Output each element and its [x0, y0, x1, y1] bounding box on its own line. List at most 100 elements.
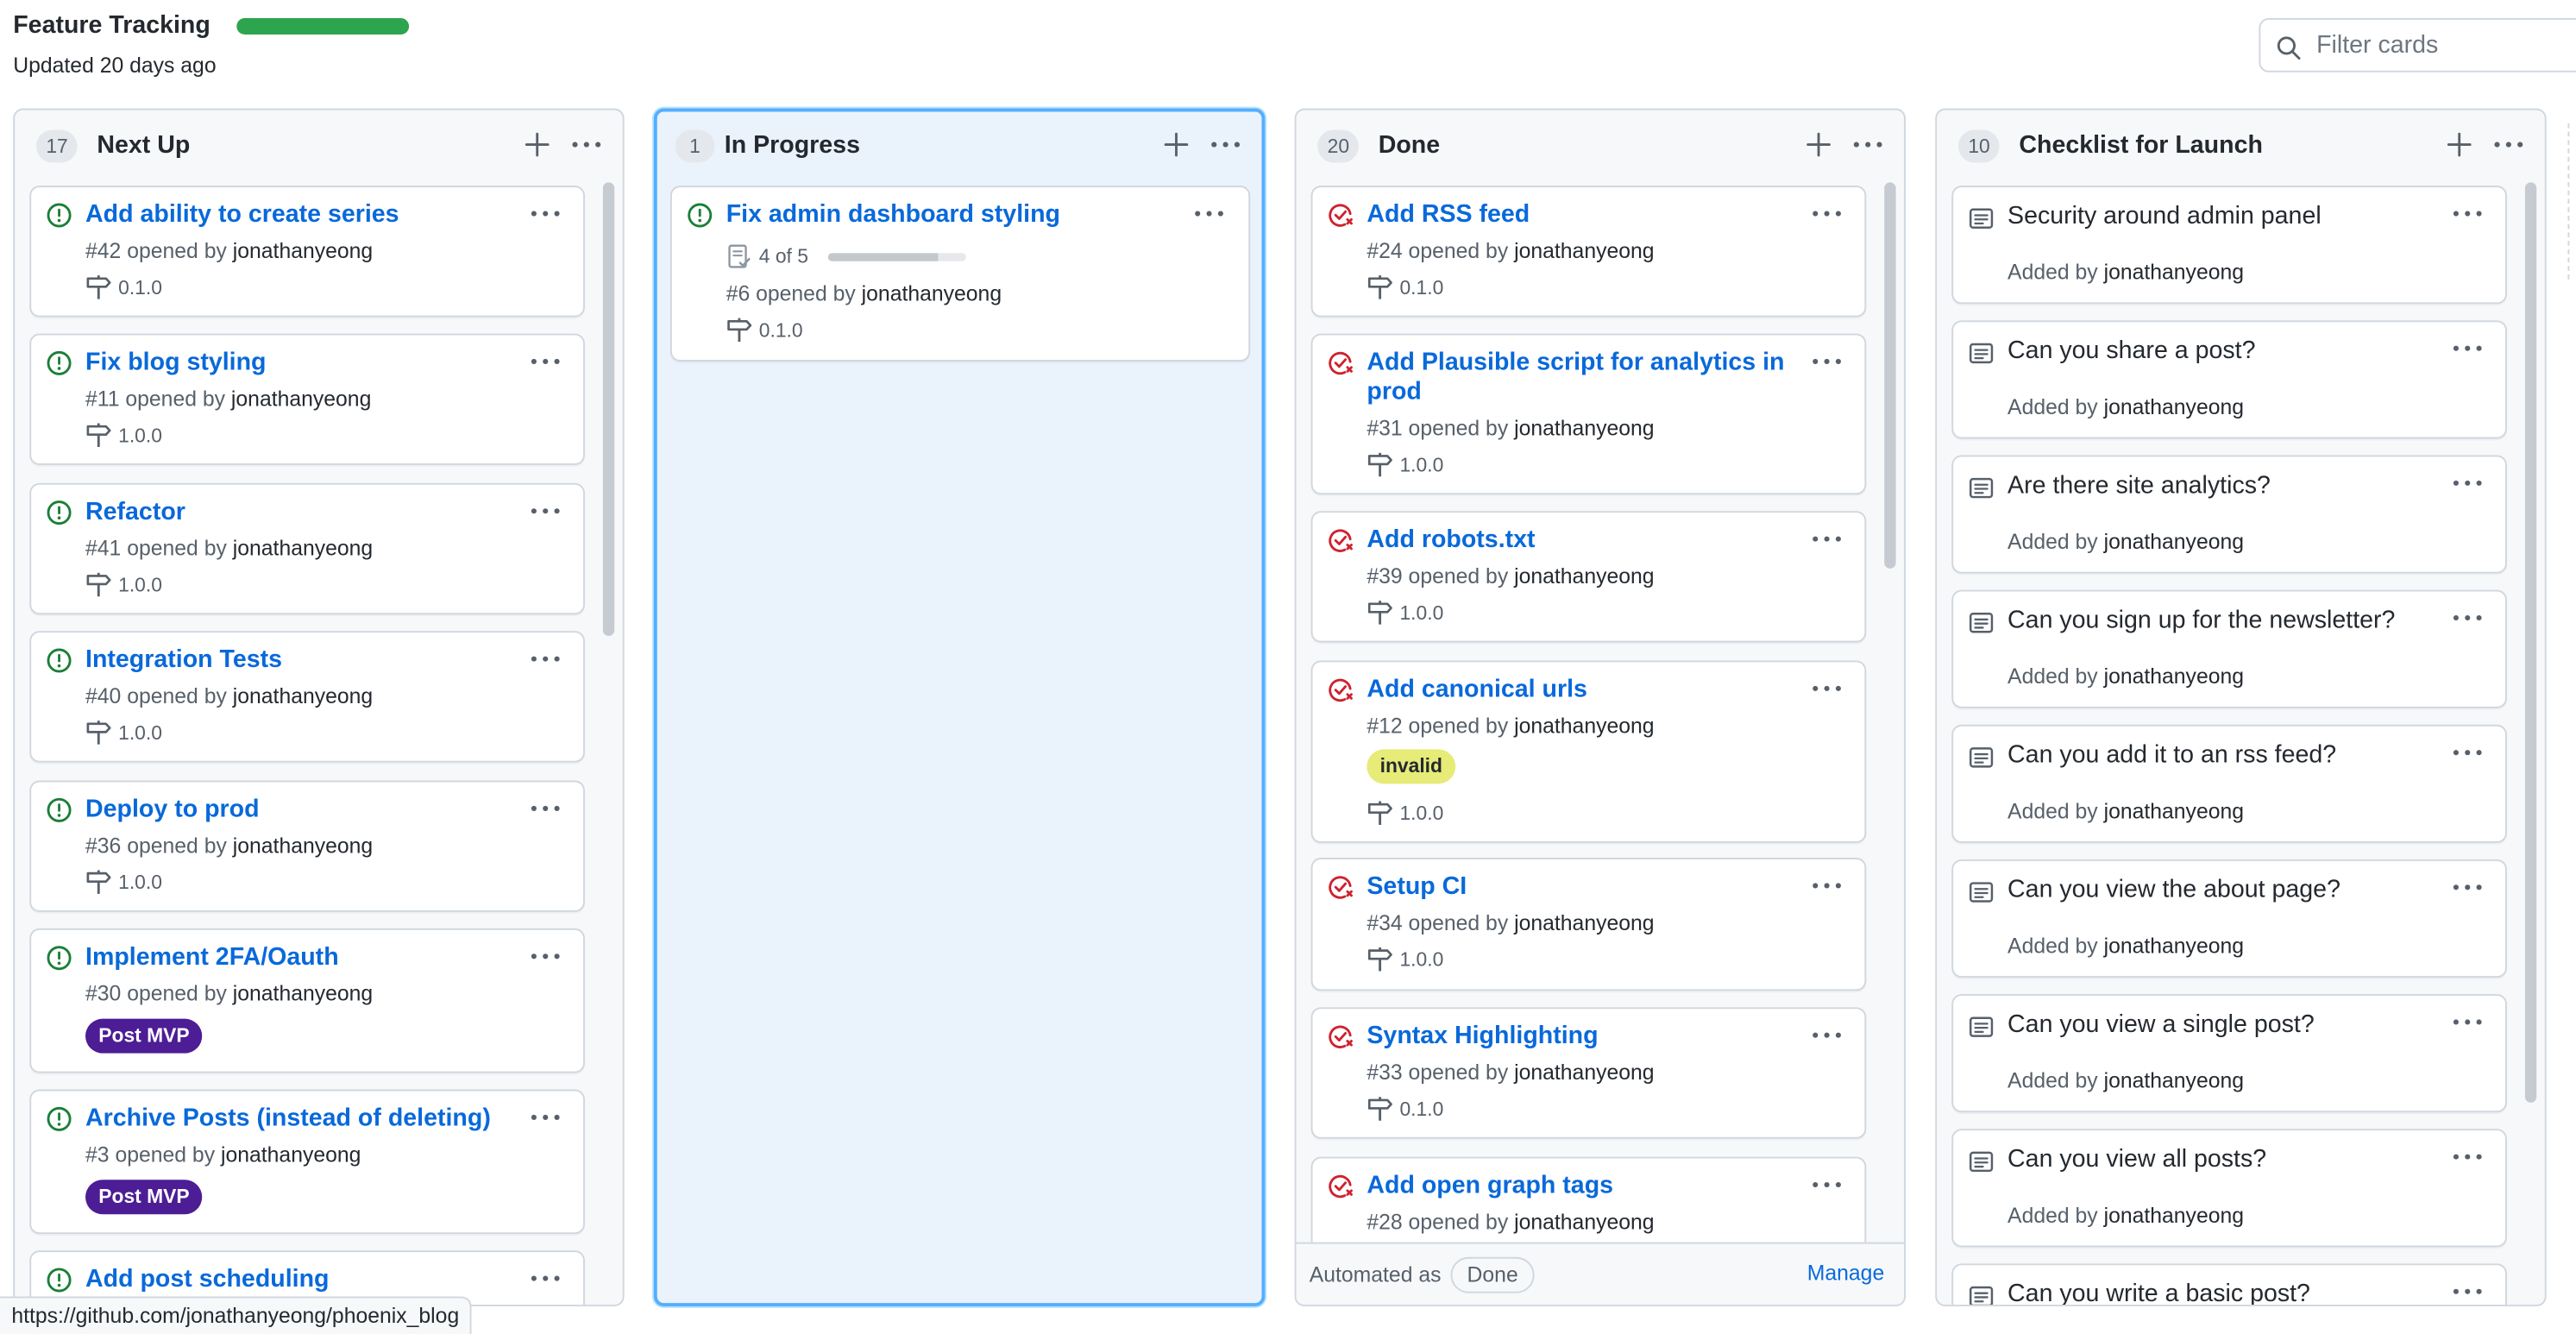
card-more-icon[interactable] — [2451, 605, 2484, 631]
card-more-icon[interactable] — [529, 200, 562, 226]
author-link[interactable]: jonathanyeong — [233, 981, 373, 1006]
author-link[interactable]: jonathanyeong — [2104, 394, 2244, 419]
note-card[interactable]: Can you add it to an rss feed? Added by … — [1951, 724, 2507, 843]
card-more-icon[interactable] — [1811, 872, 1844, 898]
card-more-icon[interactable] — [1193, 200, 1226, 226]
note-card[interactable]: Can you sign up for the newsletter? Adde… — [1951, 589, 2507, 708]
issue-card[interactable]: Add ability to create series #42 opened … — [29, 186, 585, 318]
card-more-icon[interactable] — [2451, 1009, 2484, 1035]
issue-title-link[interactable]: Syntax Highlighting — [1367, 1022, 1794, 1051]
card-more-icon[interactable] — [2451, 200, 2484, 226]
author-link[interactable]: jonathanyeong — [2104, 1068, 2244, 1093]
author-link[interactable]: jonathanyeong — [233, 238, 373, 263]
author-link[interactable]: jonathanyeong — [221, 1142, 361, 1167]
column-scrollbar[interactable] — [1884, 182, 1897, 1230]
card-more-icon[interactable] — [529, 349, 562, 374]
note-card[interactable]: Can you view the about page? Added by jo… — [1951, 859, 2507, 978]
note-card[interactable]: Can you share a post? Added by jonathany… — [1951, 320, 2507, 439]
more-options-icon[interactable] — [1209, 129, 1242, 159]
card-more-icon[interactable] — [2451, 335, 2484, 361]
issue-card[interactable]: Implement 2FA/Oauth #30 opened by jonath… — [29, 928, 585, 1073]
label-badge[interactable]: invalid — [1367, 749, 1456, 784]
issue-title-link[interactable]: Add robots.txt — [1367, 525, 1794, 555]
author-link[interactable]: jonathanyeong — [2104, 934, 2244, 959]
card-more-icon[interactable] — [529, 1265, 562, 1291]
note-card[interactable]: Can you view all posts? Added by jonatha… — [1951, 1129, 2507, 1248]
issue-card[interactable]: Refactor #41 opened by jonathanyeong 1.0… — [29, 482, 585, 615]
issue-card[interactable]: Setup CI #34 opened by jonathanyeong 1.0… — [1310, 858, 1867, 991]
note-card[interactable]: Security around admin panel Added by jon… — [1951, 186, 2507, 305]
manage-automation-link[interactable]: Manage — [1807, 1261, 1884, 1286]
issue-card[interactable]: Add robots.txt #39 opened by jonathanyeo… — [1310, 511, 1867, 643]
author-link[interactable]: jonathanyeong — [1514, 238, 1654, 263]
note-card[interactable]: Can you view a single post? Added by jon… — [1951, 994, 2507, 1113]
author-link[interactable]: jonathanyeong — [1514, 416, 1654, 441]
filter-cards-input[interactable]: Filter cards — [2259, 17, 2576, 72]
author-link[interactable]: jonathanyeong — [1514, 713, 1654, 738]
card-more-icon[interactable] — [2451, 1143, 2484, 1169]
issue-card[interactable]: Syntax Highlighting #33 opened by jonath… — [1310, 1007, 1867, 1139]
more-options-icon[interactable] — [2492, 129, 2525, 159]
column-scrollbar[interactable] — [2524, 182, 2538, 1299]
issue-title-link[interactable]: Fix blog styling — [85, 349, 512, 378]
card-more-icon[interactable] — [2451, 874, 2484, 900]
issue-title-link[interactable]: Add canonical urls — [1367, 676, 1794, 705]
card-more-icon[interactable] — [1811, 1022, 1844, 1048]
issue-card[interactable]: Add canonical urls #12 opened by jonatha… — [1310, 660, 1867, 843]
add-column-placeholder[interactable] — [2567, 123, 2576, 280]
card-more-icon[interactable] — [1811, 349, 1844, 374]
note-card[interactable]: Are there site analytics? Added by jonat… — [1951, 455, 2507, 574]
issue-title-link[interactable]: Integration Tests — [85, 645, 512, 675]
card-more-icon[interactable] — [1811, 525, 1844, 551]
issue-card[interactable]: Archive Posts (instead of deleting) #3 o… — [29, 1089, 585, 1235]
author-link[interactable]: jonathanyeong — [2104, 798, 2244, 823]
note-card[interactable]: Can you write a basic post? — [1951, 1263, 2507, 1306]
issue-card[interactable]: Add Plausible script for analytics in pr… — [1310, 333, 1867, 495]
issue-title-link[interactable]: Add post scheduling — [85, 1265, 512, 1294]
issue-title-link[interactable]: Setup CI — [1367, 872, 1794, 902]
plus-icon[interactable] — [1804, 129, 1833, 159]
issue-title-link[interactable]: Add ability to create series — [85, 200, 512, 230]
card-more-icon[interactable] — [529, 645, 562, 671]
card-more-icon[interactable] — [2451, 1279, 2484, 1305]
author-link[interactable]: jonathanyeong — [2104, 1203, 2244, 1228]
card-more-icon[interactable] — [529, 796, 562, 821]
plus-icon[interactable] — [1161, 129, 1191, 159]
card-more-icon[interactable] — [529, 498, 562, 524]
issue-card[interactable]: Deploy to prod #36 opened by jonathanyeo… — [29, 780, 585, 912]
author-link[interactable]: jonathanyeong — [2104, 664, 2244, 689]
card-more-icon[interactable] — [529, 943, 562, 969]
issue-title-link[interactable]: Add RSS feed — [1367, 200, 1794, 230]
card-more-icon[interactable] — [2451, 739, 2484, 765]
issue-title-link[interactable]: Add Plausible script for analytics in pr… — [1367, 349, 1794, 408]
card-more-icon[interactable] — [1811, 1172, 1844, 1198]
issue-card[interactable]: Add RSS feed #24 opened by jonathanyeong… — [1310, 186, 1867, 318]
card-more-icon[interactable] — [1811, 200, 1844, 226]
author-link[interactable]: jonathanyeong — [862, 281, 1002, 306]
author-link[interactable]: jonathanyeong — [1514, 1210, 1654, 1235]
author-link[interactable]: jonathanyeong — [233, 536, 373, 561]
issue-card[interactable]: Fix blog styling #11 opened by jonathany… — [29, 333, 585, 465]
label-badge[interactable]: Post MVP — [85, 1018, 203, 1054]
author-link[interactable]: jonathanyeong — [1514, 563, 1654, 588]
issue-title-link[interactable]: Refactor — [85, 498, 512, 527]
plus-icon[interactable] — [2445, 129, 2474, 159]
issue-title-link[interactable]: Add open graph tags — [1367, 1172, 1794, 1201]
author-link[interactable]: jonathanyeong — [1514, 1060, 1654, 1085]
card-more-icon[interactable] — [2451, 470, 2484, 496]
more-options-icon[interactable] — [570, 129, 603, 159]
issue-title-link[interactable]: Implement 2FA/Oauth — [85, 943, 512, 972]
author-link[interactable]: jonathanyeong — [233, 683, 373, 708]
scrollbar-thumb[interactable] — [602, 182, 615, 636]
issue-card[interactable]: Fix admin dashboard styling 4 of 5 #6 op… — [669, 186, 1251, 362]
author-link[interactable]: jonathanyeong — [233, 833, 373, 858]
card-more-icon[interactable] — [529, 1104, 562, 1130]
issue-card[interactable]: Integration Tests #40 opened by jonathan… — [29, 631, 585, 763]
scrollbar-thumb[interactable] — [1884, 182, 1896, 569]
issue-title-link[interactable]: Archive Posts (instead of deleting) — [85, 1104, 512, 1134]
more-options-icon[interactable] — [1851, 129, 1884, 159]
scrollbar-thumb[interactable] — [2524, 182, 2537, 1103]
issue-title-link[interactable]: Deploy to prod — [85, 796, 512, 825]
author-link[interactable]: jonathanyeong — [1514, 910, 1654, 935]
column-scrollbar[interactable] — [602, 182, 616, 1299]
